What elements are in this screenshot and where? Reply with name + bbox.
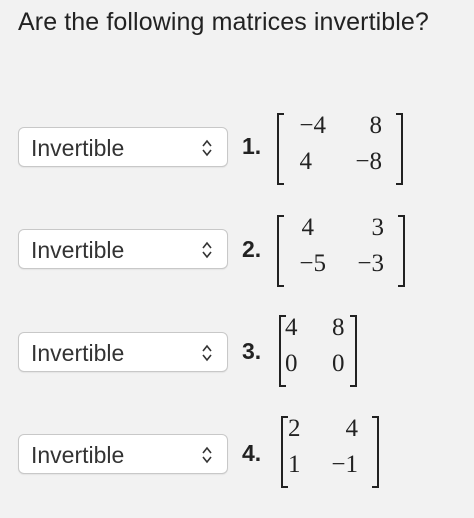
matrix-cell: −8 bbox=[355, 148, 382, 175]
matrix-cell: 4 bbox=[345, 415, 359, 442]
matrix-2: 4 3 −5 −3 bbox=[276, 214, 406, 288]
matrix-cell: −5 bbox=[299, 250, 326, 277]
select-value: Invertible bbox=[31, 340, 125, 366]
item-number: 4. bbox=[242, 440, 262, 466]
matrix-cell: 3 bbox=[371, 214, 385, 241]
invertible-select-4[interactable]: Invertible bbox=[18, 434, 228, 474]
matrix-brackets bbox=[277, 113, 403, 185]
matrix-cell: 2 bbox=[288, 415, 301, 442]
matrix-cell: −1 bbox=[331, 451, 358, 478]
invertible-select-3[interactable]: Invertible bbox=[18, 332, 228, 372]
matrix-3: 4 8 0 0 bbox=[278, 314, 358, 388]
invertible-select-2[interactable]: Invertible bbox=[18, 229, 228, 269]
matrix-cell: 1 bbox=[288, 451, 301, 478]
matrix-1: −4 8 4 −8 bbox=[276, 112, 404, 186]
invertible-select-1[interactable]: Invertible bbox=[18, 127, 228, 167]
matrix-cell: 4 bbox=[285, 314, 298, 341]
chevron-up-down-icon bbox=[202, 241, 212, 259]
chevron-up-down-icon bbox=[202, 344, 212, 362]
question-text: Are the following matrices invertible? bbox=[18, 8, 429, 36]
matrix-brackets bbox=[277, 215, 405, 287]
matrix-cell: −4 bbox=[299, 112, 326, 139]
matrix-cell: 8 bbox=[369, 112, 383, 139]
item-number: 2. bbox=[242, 236, 262, 262]
item-number: 1. bbox=[242, 133, 262, 159]
matrix-cell: 0 bbox=[332, 350, 345, 377]
matrix-cell: −3 bbox=[357, 250, 384, 277]
select-value: Invertible bbox=[31, 442, 125, 468]
chevron-up-down-icon bbox=[202, 446, 212, 464]
item-number: 3. bbox=[242, 338, 262, 364]
matrix-cell: 0 bbox=[285, 350, 298, 377]
matrix-4: 2 4 1 −1 bbox=[280, 415, 380, 489]
select-value: Invertible bbox=[31, 135, 125, 161]
matrix-cell: 4 bbox=[299, 148, 313, 175]
matrix-cell: 8 bbox=[332, 314, 345, 341]
chevron-up-down-icon bbox=[202, 139, 212, 157]
select-value: Invertible bbox=[31, 237, 125, 263]
matrix-cell: 4 bbox=[301, 214, 315, 241]
